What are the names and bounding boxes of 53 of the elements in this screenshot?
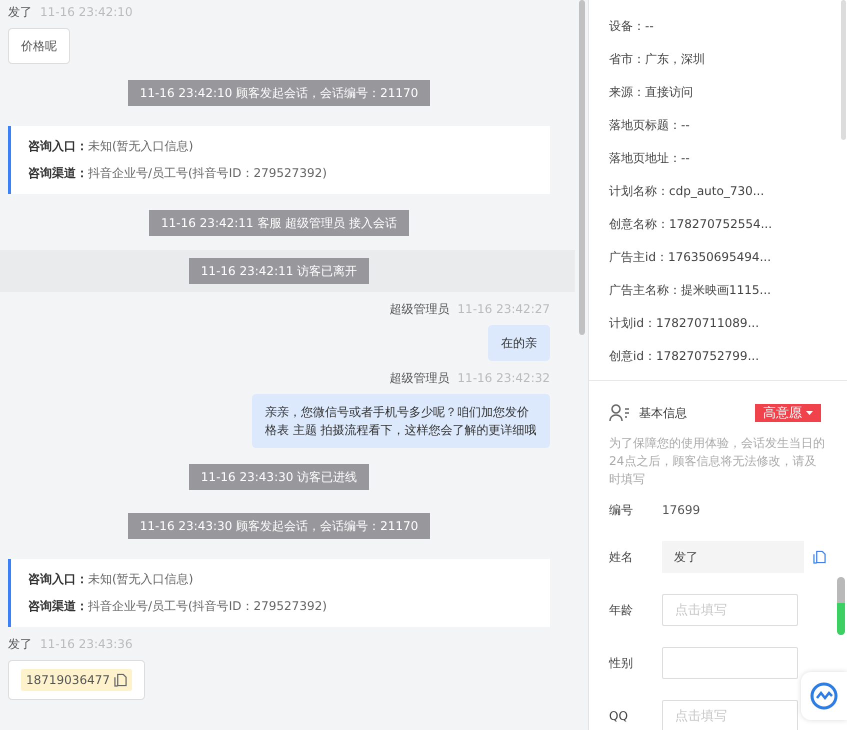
visitor-detail: 广告主id：176350695494... — [609, 249, 772, 266]
sender-name: 发了 — [8, 636, 32, 652]
system-notice: 11-16 23:42:11 客服 超级管理员 接入会话 — [148, 210, 410, 236]
visitor-detail: 创意id：178270752799... — [609, 348, 760, 365]
message-time: 11-16 23:42:32 — [457, 371, 550, 385]
input-field[interactable] — [662, 647, 798, 679]
assistant-button[interactable] — [801, 672, 847, 720]
visitor-detail: 设备：-- — [609, 18, 655, 35]
sender-name: 超级管理员 — [389, 370, 450, 386]
visitor-detail: 来源：直接访问 — [609, 84, 694, 101]
message-time: 11-16 23:42:27 — [457, 302, 550, 316]
visitor-detail: 落地页标题：-- — [609, 117, 691, 134]
sender-name: 发了 — [8, 4, 32, 20]
system-notice: 11-16 23:42:11 访客已离开 — [188, 258, 370, 284]
copy-icon[interactable] — [114, 673, 127, 687]
system-notice: 11-16 23:43:30 访客已进线 — [188, 464, 370, 490]
message-time: 11-16 23:43:36 — [40, 637, 133, 651]
scrollbar-thumb[interactable] — [578, 0, 584, 335]
message-time: 11-16 23:42:10 — [40, 5, 133, 19]
system-notice: 11-16 23:43:30 顾客发起会话，会话编号：21170 — [128, 513, 430, 539]
name-field[interactable]: 发了 — [662, 541, 804, 573]
info-line: 咨询渠道：抖音企业号/员工号(抖音号ID：279527392) — [28, 598, 328, 615]
info-line: 咨询渠道：抖音企业号/员工号(抖音号ID：279527392) — [28, 165, 328, 182]
notice-text: 为了保障您的使用体验，会话发生当日的24点之后，顾客信息将无法修改，请及时填写 — [609, 435, 826, 488]
caret-icon — [806, 411, 813, 415]
field-value: 17699 — [662, 503, 700, 517]
section-title: 基本信息 — [639, 404, 688, 422]
intent-dropdown[interactable]: 高意愿 — [755, 404, 821, 422]
visitor-detail: 计划id：178270711089... — [609, 315, 760, 332]
field-label: 年龄 — [609, 602, 634, 618]
input-field[interactable]: 点击填写 — [662, 700, 798, 730]
copy-icon[interactable] — [813, 550, 826, 564]
message-bubble: 价格呢 — [8, 28, 70, 64]
field-label: 编号 — [609, 502, 634, 518]
visitor-detail: 落地页地址：-- — [609, 150, 691, 167]
field-label: QQ — [609, 709, 629, 723]
system-notice: 11-16 23:42:10 顾客发起会话，会话编号：21170 — [128, 80, 430, 106]
sender-name: 超级管理员 — [389, 300, 450, 318]
field-label: 性别 — [609, 654, 634, 672]
visitor-detail: 广告主名称：提米映画1115... — [609, 282, 772, 299]
scrollbar-thumb[interactable] — [841, 0, 846, 140]
field-label: 姓名 — [609, 548, 634, 566]
chat-logo-icon — [810, 682, 838, 710]
info-line: 咨询入口：未知(暂无入口信息) — [28, 571, 194, 588]
visitor-detail: 计划名称：cdp_auto_730... — [609, 183, 766, 200]
user-list-icon — [609, 404, 631, 422]
level-meter — [837, 577, 845, 635]
message-bubble: 在的亲 — [488, 325, 550, 361]
message-bubble: 亲亲，您微信号或者手机号多少呢？咱们加您发价格表 主题 拍摄流程看下，这样您会了解的更详细哦 — [252, 394, 550, 448]
input-field[interactable]: 点击填写 — [662, 594, 798, 626]
info-line: 咨询入口：未知(暂无入口信息) — [28, 138, 194, 155]
visitor-detail: 省市：广东，深圳 — [609, 51, 706, 68]
visitor-detail: 创意名称：178270752554... — [609, 216, 774, 233]
